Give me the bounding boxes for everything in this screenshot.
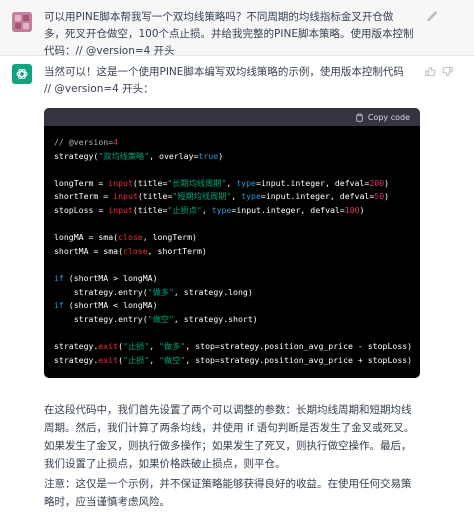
code-token: ) <box>384 177 390 188</box>
code-token: if <box>54 300 64 311</box>
code-token: , strategy.short) <box>173 313 258 324</box>
code-token: "做多" <box>147 286 174 297</box>
code-line: strategy("双均线策略", overlay=true) <box>54 150 420 164</box>
code-token: , <box>149 354 160 365</box>
assistant-intro: 当然可以！这是一个使用PINE脚本编写双均线策略的示例，使用版本控制代码 // … <box>44 66 404 95</box>
assistant-avatar <box>12 64 32 84</box>
code-token: 100 <box>344 204 360 215</box>
code-token: ) <box>359 204 365 215</box>
code-token: stopLoss = <box>54 204 109 215</box>
code-token: , <box>201 204 212 215</box>
code-token: , overlay= <box>149 150 199 161</box>
code-line: strategy.exit("止损", "做空", stop=strategy.… <box>54 354 420 368</box>
code-token: true <box>198 150 219 161</box>
code-token: "止损点" <box>167 204 202 215</box>
code-token: , stop=strategy.position_avg_price - sto… <box>185 340 413 351</box>
code-token: longTerm = <box>54 177 109 188</box>
code-token: input <box>108 204 133 215</box>
code-token: "做多" <box>159 340 186 351</box>
copy-code-button[interactable]: Copy code <box>355 111 410 123</box>
edit-icon[interactable] <box>426 10 438 22</box>
code-token: , shortTerm) <box>147 245 207 256</box>
code-token: =input.integer, defval= <box>231 204 345 215</box>
code-line: strategy.entry("做空", strategy.short) <box>54 313 420 327</box>
code-line: strategy.entry("做多", strategy.long) <box>54 286 420 300</box>
code-token: strategy( <box>54 150 99 161</box>
thumbs-down-icon[interactable] <box>442 66 453 77</box>
code-token: strategy.entry( <box>54 313 148 324</box>
thumbs-up-icon[interactable] <box>425 66 436 77</box>
code-line: longMA = sma(close, longTerm) <box>54 231 420 245</box>
code-token: "做空" <box>147 313 174 324</box>
code-line: shortMA = sma(close, shortTerm) <box>54 245 420 259</box>
code-token: ) <box>384 191 390 202</box>
user-avatar-icon <box>12 12 32 32</box>
code-token: close <box>118 232 143 243</box>
code-token: , <box>231 191 242 202</box>
user-message-row: 可以用PINE脚本帮我写一个双均线策略吗？不同周期的均线指标金叉开仓做多，死叉开… <box>0 0 474 57</box>
code-block-header: Copy code <box>44 108 420 126</box>
code-token: "双均线策略" <box>98 150 150 161</box>
assistant-message-row: 当然可以！这是一个使用PINE脚本编写双均线策略的示例，使用版本控制代码 // … <box>0 56 474 515</box>
code-token: "做空" <box>159 354 186 365</box>
code-token: (shortMA < longMA) <box>63 300 158 311</box>
user-message-text: 可以用PINE脚本帮我写一个双均线策略吗？不同周期的均线指标金叉开仓做多，死叉开… <box>44 11 414 57</box>
code-token: , <box>226 177 237 188</box>
code-line: if (shortMA < longMA) <box>54 299 420 313</box>
code-token: , longTerm) <box>142 232 197 243</box>
code-token: "止损" <box>123 354 150 365</box>
code-line: strategy.exit("止损", "做多", stop=strategy.… <box>54 340 420 354</box>
code-token: close <box>123 245 148 256</box>
code-token: exit <box>98 354 119 365</box>
note-paragraph: 注意：这仅是一个示例，并不保证策略能够获得良好的收益。在使用任何交易策略时，应当… <box>44 478 412 508</box>
code-token: (shortMA > longMA) <box>63 272 158 283</box>
user-avatar <box>12 12 32 32</box>
code-line: if (shortMA > longMA) <box>54 272 420 286</box>
code-token: type <box>211 204 232 215</box>
code-token: shortTerm = <box>54 191 114 202</box>
code-token: input <box>113 191 138 202</box>
code-token: input <box>108 177 133 188</box>
code-token: =input.integer, defval= <box>255 177 370 188</box>
code-token: if <box>54 272 64 283</box>
copy-code-label: Copy code <box>367 112 410 122</box>
code-block: Copy code // @version=4 strategy("双均线策略",… <box>44 108 420 378</box>
code-token: , strategy.long) <box>173 286 253 297</box>
code-token: =input.integer, defval= <box>260 191 375 202</box>
code-token: (title= <box>132 204 168 215</box>
code-token: (title= <box>132 177 168 188</box>
code-token: type <box>236 177 256 188</box>
code-token: 50 <box>374 191 385 202</box>
code-token: strategy. <box>54 340 99 351</box>
code-line: longTerm = input(title="长期均线周期", type=in… <box>54 177 420 191</box>
code-content: // @version=4 strategy("双均线策略", overlay=t… <box>44 126 420 367</box>
code-token: "止损" <box>123 340 150 351</box>
clipboard-icon <box>356 113 363 122</box>
code-token: strategy. <box>54 354 99 365</box>
explanation-paragraph: 在这段代码中，我们首先设置了两个可以调整的参数：长期均线周期和短期均线周期。然后… <box>44 404 415 470</box>
code-token: strategy.entry( <box>54 286 148 297</box>
code-token: (title= <box>137 191 173 202</box>
code-token: , <box>149 340 160 351</box>
openai-logo-icon <box>16 68 28 80</box>
code-token: 200 <box>369 177 385 188</box>
code-line: shortTerm = input(title="短期均线周期", type=i… <box>54 190 420 204</box>
code-token: 4 <box>113 137 119 147</box>
code-token: ) <box>218 150 224 161</box>
code-token: "短期均线周期" <box>172 191 232 202</box>
code-line: // @version=4 <box>54 136 420 150</box>
code-token: // @version= <box>54 137 114 147</box>
code-token: type <box>241 191 261 202</box>
code-token: shortMA = sma( <box>54 245 124 256</box>
code-line: stopLoss = input(title="止损点", type=input… <box>54 204 420 218</box>
code-token: , stop=strategy.position_avg_price + sto… <box>185 354 413 365</box>
code-token: "长期均线周期" <box>167 177 227 188</box>
code-token: longMA = sma( <box>54 232 119 243</box>
code-token: exit <box>98 340 119 351</box>
